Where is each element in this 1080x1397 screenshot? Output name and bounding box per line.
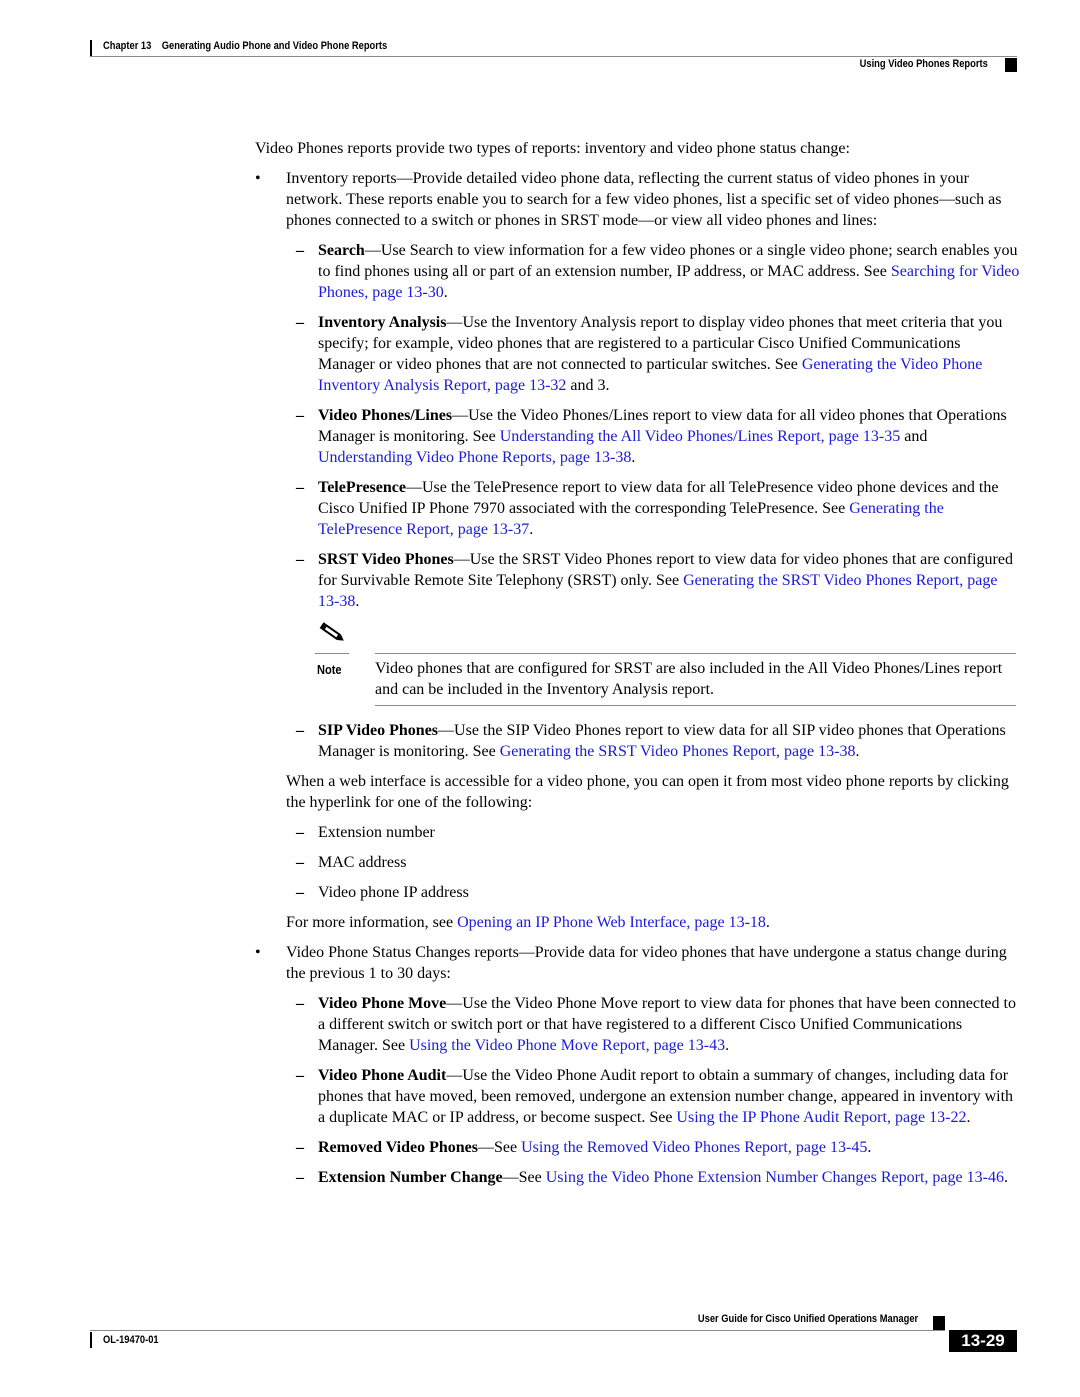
list-item-video-phones-lines: – Video Phones/Lines—Use the Video Phones… <box>296 407 1007 466</box>
dash-marker: – <box>296 1067 304 1084</box>
item-term: SIP Video Phones <box>318 722 439 739</box>
bullet-marker: • <box>255 944 261 961</box>
status-bullet: • Video Phone Status Changes reports—Pro… <box>255 942 1020 984</box>
note-top-rule <box>375 653 1016 654</box>
link-video-phones-lines-2[interactable]: Understanding Video Phone Reports, page … <box>318 449 631 466</box>
header-marker <box>1005 58 1017 72</box>
list-item-mac-address: – MAC address <box>296 854 407 871</box>
link-extension-number-change[interactable]: Using the Video Phone Extension Number C… <box>546 1169 1004 1186</box>
footer-marker <box>933 1316 945 1330</box>
dash-marker: – <box>296 884 304 901</box>
chapter-title: Generating Audio Phone and Video Phone R… <box>161 40 388 52</box>
item-term: Video Phone Move <box>318 995 447 1012</box>
intro-paragraph: Video Phones reports provide two types o… <box>255 140 850 157</box>
footer-left-bar <box>90 1332 92 1348</box>
dash-marker: – <box>296 407 304 424</box>
item-term: Video Phone Audit <box>318 1067 447 1084</box>
note-icon-rule <box>315 653 349 654</box>
list-item-inventory-analysis: – Inventory Analysis—Use the Inventory An… <box>296 314 1003 394</box>
footer-guide-title: User Guide for Cisco Unified Operations … <box>697 1313 918 1325</box>
list-item-search: – Search—Use Search to view information f… <box>296 242 1020 301</box>
header-rule <box>90 56 1017 57</box>
item-term: Search <box>318 242 365 259</box>
item-text: —See <box>502 1169 546 1186</box>
header-section: Using Video Phones Reports <box>859 58 988 70</box>
web-interface-paragraph: When a web interface is accessible for a… <box>286 773 1009 811</box>
list-item-ip-address: – Video phone IP address <box>296 884 469 901</box>
item-term: Extension Number Change <box>318 1169 503 1186</box>
item-term: SRST Video Phones <box>318 551 454 568</box>
list-item-extension-number-change: – Extension Number Change—See Using the V… <box>296 1169 1008 1186</box>
link-ip-phone-web-interface[interactable]: Opening an IP Phone Web Interface, page … <box>457 914 766 931</box>
status-text: Video Phone Status Changes reports—Provi… <box>286 944 1007 982</box>
item-term: Removed Video Phones <box>318 1139 478 1156</box>
dash-marker: – <box>296 1139 304 1156</box>
note-bottom-rule <box>375 705 1016 706</box>
link-removed-video-phones[interactable]: Using the Removed Video Phones Report, p… <box>521 1139 867 1156</box>
footer-doc-number: OL-19470-01 <box>103 1334 159 1346</box>
inventory-bullet: • Inventory reports—Provide detailed vid… <box>255 168 1020 231</box>
pencil-icon <box>319 622 344 641</box>
item-term: Video Phones/Lines <box>318 407 453 424</box>
dash-marker: – <box>296 551 304 568</box>
note-text: Video phones that are configured for SRS… <box>375 660 1003 698</box>
chapter-number: Chapter 13 <box>103 40 152 52</box>
dash-marker: – <box>296 314 304 331</box>
dash-marker: – <box>296 242 304 259</box>
header-left-bar <box>90 40 92 56</box>
page-content: Video Phones reports provide two types o… <box>255 138 1020 1197</box>
dash-marker: – <box>296 995 304 1012</box>
item-term: TelePresence <box>318 479 406 496</box>
link-video-phones-lines[interactable]: Understanding the All Video Phones/Lines… <box>500 428 900 445</box>
list-item-extension-number: – Extension number <box>296 824 435 841</box>
list-item-video-phone-move: – Video Phone Move—Use the Video Phone Mo… <box>296 995 1016 1054</box>
bullet-marker: • <box>255 170 261 187</box>
dash-marker: – <box>296 722 304 739</box>
list-item-video-phone-audit: – Video Phone Audit—Use the Video Phone A… <box>296 1067 1014 1126</box>
note-box: Note Video phones that are configured fo… <box>255 621 1020 711</box>
list-item-srst-video-phones: – SRST Video Phones—Use the SRST Video Ph… <box>296 551 1013 610</box>
list-item-removed-video-phones: – Removed Video Phones—See Using the Remo… <box>296 1139 872 1156</box>
link-video-phone-move[interactable]: Using the Video Phone Move Report, page … <box>409 1037 725 1054</box>
link-srst-video-phones-report[interactable]: Generating the SRST Video Phones Report,… <box>500 743 856 760</box>
dash-marker: – <box>296 1169 304 1186</box>
inventory-text: Inventory reports—Provide detailed video… <box>286 170 1002 229</box>
dash-marker: – <box>296 854 304 871</box>
link-video-phone-audit[interactable]: Using the IP Phone Audit Report, page 13… <box>676 1109 966 1126</box>
note-label: Note <box>317 662 342 677</box>
item-text: —See <box>478 1139 522 1156</box>
footer-rule <box>90 1330 945 1331</box>
dash-marker: – <box>296 479 304 496</box>
more-info-paragraph: For more information, see Opening an IP … <box>286 914 770 931</box>
header-chapter: Chapter 13 Generating Audio Phone and Vi… <box>103 40 387 52</box>
page-number: 13-29 <box>949 1330 1017 1352</box>
dash-marker: – <box>296 824 304 841</box>
item-term: Inventory Analysis <box>318 314 447 331</box>
list-item-telepresence: – TelePresence—Use the TelePresence repor… <box>296 479 999 538</box>
list-item-sip-video-phones: – SIP Video Phones—Use the SIP Video Pho… <box>296 722 1006 760</box>
